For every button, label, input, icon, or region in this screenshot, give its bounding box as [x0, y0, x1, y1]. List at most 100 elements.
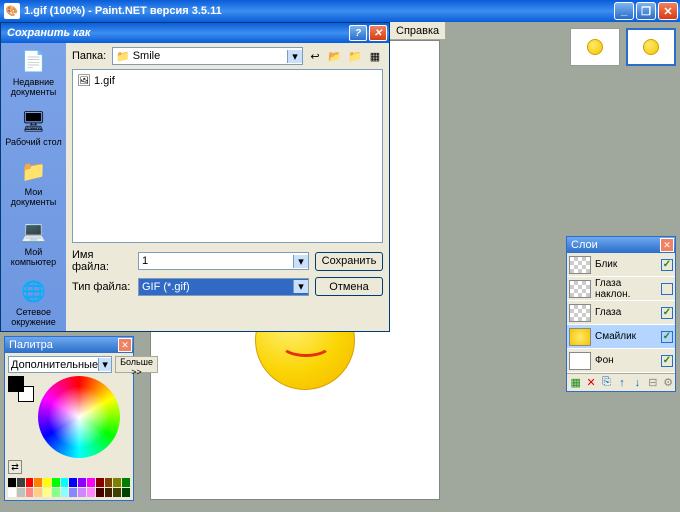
thumbnail[interactable]	[570, 28, 620, 66]
color-swatch[interactable]	[34, 478, 42, 487]
file-list[interactable]: 🖼 1.gif	[72, 69, 383, 243]
color-swatch[interactable]	[52, 488, 60, 497]
color-swatch[interactable]	[61, 488, 69, 497]
properties-icon[interactable]: ⚙	[662, 376, 675, 390]
layer-name: Блик	[595, 259, 657, 270]
place-network[interactable]: 🌐Сетевое окружение	[3, 277, 64, 327]
places-bar: 📄Недавние документы 🖥Рабочий стол 📁Мои д…	[1, 43, 66, 331]
minimize-button[interactable]: _	[614, 2, 634, 20]
color-swatch[interactable]	[105, 478, 113, 487]
swap-colors-icon[interactable]: ⇄	[8, 460, 22, 474]
filename-input[interactable]: 1▾	[138, 252, 309, 270]
layers-toolbar: ▦ ✕ ⎘ ↑ ↓ ⊟ ⚙	[567, 373, 675, 391]
delete-layer-icon[interactable]: ✕	[584, 376, 597, 390]
move-up-icon[interactable]: ↓	[631, 376, 644, 390]
color-swatch[interactable]	[87, 478, 95, 487]
color-palette-grid	[8, 478, 130, 497]
layer-visibility-checkbox[interactable]: ✓	[661, 355, 673, 367]
color-swatch[interactable]	[8, 478, 16, 487]
primary-color[interactable]	[8, 376, 24, 392]
chevron-down-icon: ▾	[287, 50, 302, 63]
color-swatch[interactable]	[17, 478, 25, 487]
color-swatch[interactable]	[8, 488, 16, 497]
gif-icon: 🖼	[77, 74, 91, 87]
color-swatch[interactable]	[69, 488, 77, 497]
place-desktop[interactable]: 🖥Рабочий стол	[5, 107, 62, 147]
close-icon[interactable]: ✕	[660, 238, 674, 252]
filename-label: Имя файла:	[72, 249, 132, 273]
up-icon[interactable]: 📂	[327, 48, 343, 64]
document-thumbnails	[570, 28, 676, 66]
color-swatch[interactable]	[122, 488, 130, 497]
layer-name: Глаза наклон.	[595, 278, 657, 300]
color-swatch[interactable]	[96, 478, 104, 487]
color-swatch[interactable]	[78, 488, 86, 497]
layer-row[interactable]: Глаза наклон.	[567, 277, 675, 301]
duplicate-layer-icon[interactable]: ⎘	[600, 376, 613, 390]
layer-row[interactable]: Смайлик✓	[567, 325, 675, 349]
palette-more-button[interactable]: Больше >>	[115, 356, 158, 373]
color-swatch[interactable]	[78, 478, 86, 487]
place-computer[interactable]: 💻Мой компьютер	[3, 217, 64, 267]
place-documents[interactable]: 📁Мои документы	[3, 157, 64, 207]
dialog-close-button[interactable]: ✕	[369, 25, 387, 41]
chevron-down-icon: ▾	[293, 280, 308, 293]
help-button[interactable]: ?	[349, 25, 367, 41]
color-swatch[interactable]	[113, 488, 121, 497]
color-swatch[interactable]	[43, 488, 51, 497]
color-swatch[interactable]	[52, 478, 60, 487]
layer-row[interactable]: Глаза ✓	[567, 301, 675, 325]
folder-value: Smile	[133, 50, 161, 62]
chevron-down-icon: ▾	[293, 255, 308, 268]
layers-header[interactable]: Слои ✕	[567, 237, 675, 253]
filetype-combobox[interactable]: GIF (*.gif)▾	[138, 278, 309, 296]
color-swatch[interactable]	[69, 478, 77, 487]
palette-header[interactable]: Палитра ✕	[5, 337, 133, 353]
menu-help[interactable]: Справка	[390, 22, 446, 40]
view-icon[interactable]: ▦	[367, 48, 383, 64]
color-wheel[interactable]	[38, 376, 120, 458]
back-icon[interactable]: ↩	[307, 48, 323, 64]
color-swatch[interactable]	[26, 488, 34, 497]
new-folder-icon[interactable]: 📁	[347, 48, 363, 64]
color-swatch[interactable]	[96, 488, 104, 497]
layer-name: Глаза	[595, 307, 657, 318]
save-button[interactable]: Сохранить	[315, 252, 383, 271]
color-swatch[interactable]	[61, 478, 69, 487]
desktop-icon: 🖥	[20, 107, 48, 135]
color-swatch[interactable]	[87, 488, 95, 497]
app-icon: 🎨	[4, 3, 20, 19]
layer-thumbnail	[569, 256, 591, 274]
layer-visibility-checkbox[interactable]: ✓	[661, 331, 673, 343]
layer-row[interactable]: Блик ✓	[567, 253, 675, 277]
color-swatch[interactable]	[105, 488, 113, 497]
palette-mode-select[interactable]: Дополнительные▾	[8, 356, 112, 373]
folder-label: Папка:	[72, 50, 108, 62]
chevron-down-icon: ▾	[98, 358, 111, 371]
layer-visibility-checkbox[interactable]	[661, 283, 673, 295]
layer-thumbnail	[569, 280, 591, 298]
maximize-button[interactable]: ❐	[636, 2, 656, 20]
merge-down-icon[interactable]: ↑	[615, 376, 628, 390]
color-swatch[interactable]	[113, 478, 121, 487]
layer-visibility-checkbox[interactable]: ✓	[661, 259, 673, 271]
color-swatch[interactable]	[34, 488, 42, 497]
cancel-button[interactable]: Отмена	[315, 277, 383, 296]
thumbnail-selected[interactable]	[626, 28, 676, 66]
close-button[interactable]: ✕	[658, 2, 678, 20]
place-recent[interactable]: 📄Недавние документы	[3, 47, 64, 97]
layer-row[interactable]: Фон✓	[567, 349, 675, 373]
add-layer-icon[interactable]: ▦	[569, 376, 582, 390]
close-icon[interactable]: ✕	[118, 338, 132, 352]
color-swatch[interactable]	[122, 478, 130, 487]
color-swatch[interactable]	[26, 478, 34, 487]
layer-thumbnail	[569, 304, 591, 322]
color-swatch[interactable]	[43, 478, 51, 487]
layer-visibility-checkbox[interactable]: ✓	[661, 307, 673, 319]
move-down-icon[interactable]: ⊟	[646, 376, 659, 390]
color-swatches[interactable]	[8, 376, 34, 402]
filetype-label: Тип файла:	[72, 281, 132, 293]
folder-combobox[interactable]: 📁 Smile ▾	[112, 47, 303, 65]
color-swatch[interactable]	[17, 488, 25, 497]
file-item[interactable]: 🖼 1.gif	[77, 74, 378, 87]
